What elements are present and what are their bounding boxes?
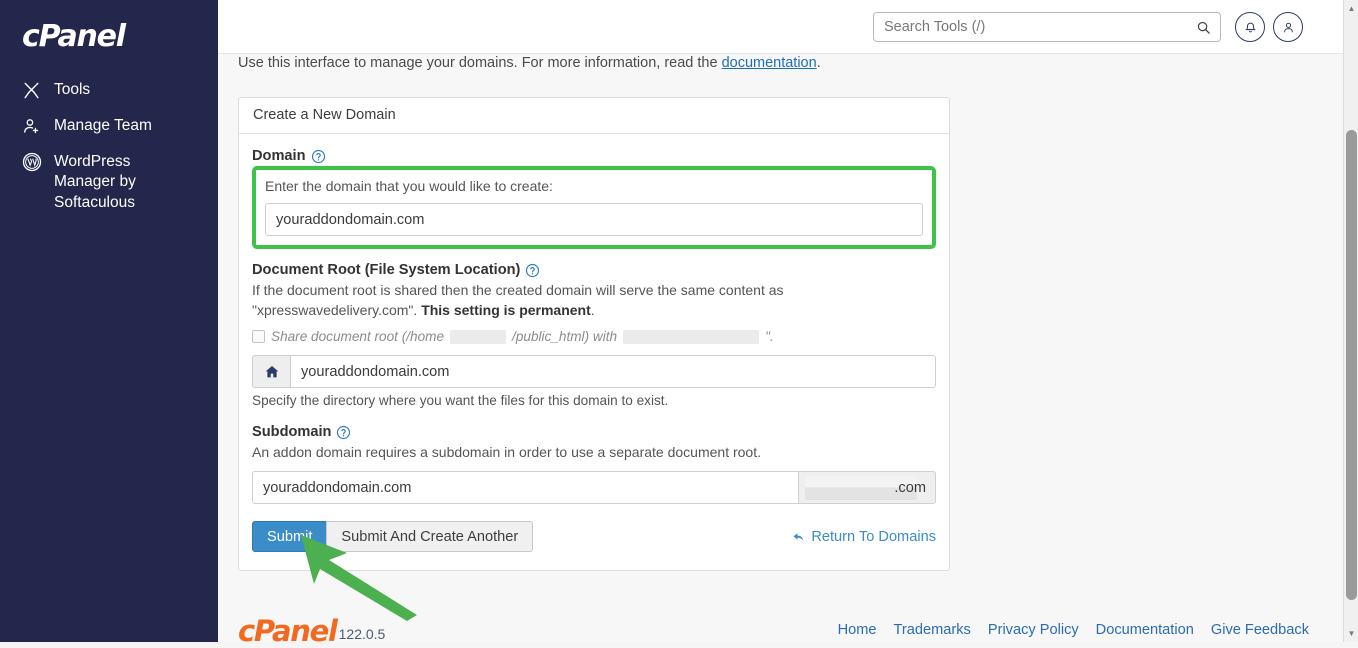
help-circle-icon[interactable] — [311, 149, 326, 164]
main-content: Use this interface to manage your domain… — [218, 54, 1343, 642]
subdomain-suffix: .com — [797, 471, 936, 504]
intro-suffix: . — [816, 55, 821, 71]
footer-version: 122.0.5 — [338, 626, 386, 642]
footer: cPanel 122.0.5 Home Trademarks Privacy P… — [218, 600, 1343, 648]
sidebar-item-label: Tools — [54, 81, 91, 98]
footer-logo: cPanel 122.0.5 — [238, 614, 386, 648]
document-root-input-group — [252, 355, 936, 388]
document-root-hint-2: . — [590, 302, 595, 318]
submit-button[interactable]: Submit — [252, 521, 328, 552]
share-text-1: Share document root (/home — [271, 329, 445, 344]
sidebar-item-manage-team[interactable]: Manage Team — [0, 108, 218, 144]
card-body: Domain Enter the domain that you would l… — [239, 134, 949, 570]
document-root-label-row: Document Root (File System Location) — [252, 262, 936, 278]
redacted-username — [450, 329, 507, 344]
intro-text: Use this interface to manage your domain… — [238, 55, 722, 71]
scroll-up-icon[interactable]: ▲ — [1344, 0, 1358, 17]
sidebar-item-tools[interactable]: Tools — [0, 72, 218, 108]
subdomain-suffix-tld: .com — [894, 479, 926, 496]
document-root-hint: If the document root is shared then the … — [252, 280, 936, 320]
document-root-hint-bold: This setting is permanent — [421, 302, 591, 318]
manage-team-icon — [22, 115, 48, 137]
documentation-link[interactable]: documentation — [722, 55, 817, 71]
create-new-domain-card: Create a New Domain Domain Enter the dom… — [238, 97, 950, 571]
document-root-section: Document Root (File System Location) If … — [252, 262, 936, 408]
footer-link-give-feedback[interactable]: Give Feedback — [1211, 622, 1309, 638]
sidebar-brand[interactable]: cPanel — [0, 0, 218, 72]
share-document-root-row[interactable]: Share document root (/home /public_html)… — [252, 329, 936, 344]
subdomain-input[interactable] — [252, 471, 798, 504]
subdomain-label: Subdomain — [252, 424, 332, 440]
share-document-root-checkbox[interactable] — [252, 330, 265, 343]
domain-label-row: Domain — [252, 148, 936, 164]
document-root-sub-hint: Specify the directory where you want the… — [252, 393, 669, 408]
form-actions: Submit Submit And Create Another Return … — [252, 521, 936, 552]
vertical-scrollbar[interactable]: ▲ ▼ — [1343, 0, 1358, 642]
domain-hint: Enter the domain that you would like to … — [265, 178, 553, 194]
footer-link-home[interactable]: Home — [838, 622, 877, 638]
top-header — [218, 0, 1343, 54]
notifications-button[interactable] — [1235, 12, 1265, 42]
cpanel-logo: cPanel — [22, 19, 126, 54]
sidebar-item-wordpress-manager[interactable]: WordPress Manager by Softaculous — [0, 144, 218, 220]
back-arrow-icon — [792, 530, 806, 544]
user-icon — [1282, 21, 1295, 34]
help-circle-icon[interactable] — [525, 263, 540, 278]
redacted-domain — [623, 329, 760, 344]
search-tools-box[interactable] — [873, 12, 1221, 42]
submit-and-create-another-button[interactable]: Submit And Create Another — [326, 521, 534, 552]
subdomain-hint: An addon domain requires a subdomain in … — [252, 444, 761, 460]
card-title: Create a New Domain — [239, 98, 949, 134]
share-text-3: ". — [765, 329, 774, 344]
return-to-domains-link[interactable]: Return To Domains — [792, 529, 936, 545]
subdomain-input-group: .com — [252, 471, 936, 504]
scrollbar-thumb[interactable] — [1346, 130, 1357, 600]
document-root-label: Document Root (File System Location) — [252, 262, 521, 278]
sidebar: cPanel Tools Manage Team WordPress Manag… — [0, 0, 218, 642]
subdomain-section: Subdomain An addon domain requires a sub… — [252, 424, 936, 504]
user-account-button[interactable] — [1273, 12, 1303, 42]
domain-input[interactable] — [265, 203, 923, 236]
footer-cpanel-logo: cPanel — [238, 614, 338, 648]
bell-icon — [1244, 21, 1257, 34]
page-intro: Use this interface to manage your domain… — [218, 54, 1343, 74]
search-input[interactable] — [874, 14, 1196, 40]
return-to-domains-label: Return To Domains — [811, 528, 936, 545]
help-circle-icon[interactable] — [336, 425, 351, 440]
document-root-input[interactable] — [290, 355, 936, 388]
domain-label: Domain — [252, 148, 306, 164]
home-icon — [252, 355, 290, 388]
share-text-2: /public_html) with — [512, 329, 618, 344]
subdomain-label-row: Subdomain — [252, 424, 936, 440]
sidebar-item-label: Manage Team — [54, 117, 152, 134]
footer-link-trademarks[interactable]: Trademarks — [894, 622, 971, 638]
tools-icon — [22, 79, 48, 101]
footer-links: Home Trademarks Privacy Policy Documenta… — [838, 622, 1309, 638]
footer-link-privacy-policy[interactable]: Privacy Policy — [988, 622, 1079, 638]
scroll-down-icon[interactable]: ▼ — [1344, 625, 1358, 642]
footer-link-documentation[interactable]: Documentation — [1096, 622, 1194, 638]
wordpress-icon — [22, 151, 48, 173]
domain-highlight-box: Enter the domain that you would like to … — [252, 166, 936, 249]
search-icon[interactable] — [1196, 20, 1220, 35]
sidebar-item-label: WordPress Manager by Softaculous — [54, 153, 136, 211]
